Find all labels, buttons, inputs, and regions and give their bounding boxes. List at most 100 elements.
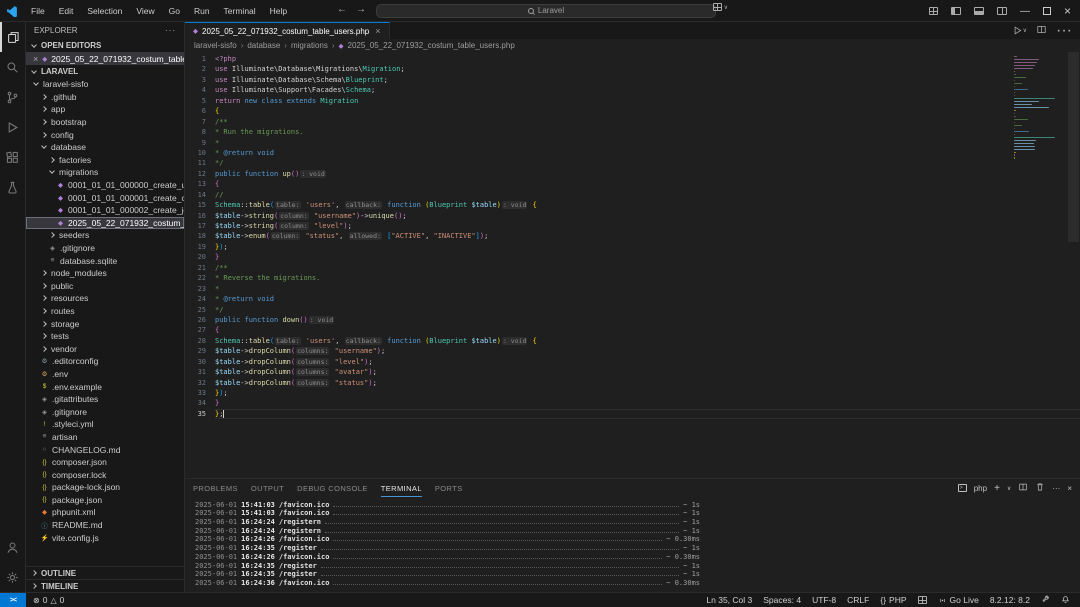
- explorer-icon[interactable]: [0, 22, 26, 52]
- customize-layout-icon[interactable]: [929, 7, 938, 15]
- minimap[interactable]: [1014, 56, 1064, 160]
- source-control-icon[interactable]: [0, 82, 26, 112]
- scrollbar-slider[interactable]: [1068, 52, 1079, 242]
- code-line[interactable]: $table->dropColumn(columns: "username");: [215, 346, 1080, 356]
- php-version-status[interactable]: 8.2.12: 8.2: [990, 595, 1030, 605]
- tree-item[interactable]: app: [26, 103, 184, 116]
- extensions-icon[interactable]: [0, 142, 26, 172]
- terminal-output[interactable]: 2025-06-0115:41:03/favicon.ico~ 1s2025-0…: [185, 497, 1080, 592]
- code-line[interactable]: $table->dropColumn(columns: "avatar");: [215, 367, 1080, 377]
- tree-item[interactable]: ◈.gitattributes: [26, 393, 184, 406]
- code-line[interactable]: $table->enum(column: "status", allowed: …: [215, 231, 1080, 241]
- menu-file[interactable]: File: [24, 6, 52, 16]
- code-line[interactable]: <?php: [215, 54, 1080, 64]
- tree-item[interactable]: !.styleci.yml: [26, 418, 184, 431]
- code-line[interactable]: };: [215, 409, 1080, 419]
- menu-terminal[interactable]: Terminal: [217, 6, 263, 16]
- menu-view[interactable]: View: [129, 6, 161, 16]
- tree-item[interactable]: {}package.json: [26, 494, 184, 507]
- tree-item[interactable]: ⓘREADME.md: [26, 519, 184, 532]
- open-editor-item[interactable]: × ◆ 2025_05_22_071932_costum_table...: [26, 52, 184, 65]
- toggle-secondary-sidebar-icon[interactable]: [997, 7, 1007, 15]
- code-editor[interactable]: 1234567891011121314151617181920212223242…: [185, 52, 1080, 478]
- code-line[interactable]: $table->dropColumn(columns: "level");: [215, 357, 1080, 367]
- breadcrumb-item[interactable]: 2025_05_22_071932_costum_table_users.php: [348, 41, 515, 50]
- code-line[interactable]: $table->string(column: "username")->uniq…: [215, 211, 1080, 221]
- panel-tab-debug-console[interactable]: DEBUG CONSOLE: [297, 479, 368, 497]
- tree-item[interactable]: ◆2025_05_22_071932_costum_table_...: [26, 217, 184, 230]
- code-line[interactable]: });: [215, 388, 1080, 398]
- code-line[interactable]: public function up(): void: [215, 169, 1080, 179]
- tree-item[interactable]: config: [26, 128, 184, 141]
- menu-run[interactable]: Run: [187, 6, 217, 16]
- more-actions-icon[interactable]: ···: [1056, 22, 1072, 40]
- tree-item[interactable]: ◈.gitignore: [26, 405, 184, 418]
- code-line[interactable]: Schema::table(table: 'users', callback: …: [215, 200, 1080, 210]
- tree-item[interactable]: tests: [26, 330, 184, 343]
- editor-scrollbar[interactable]: [1067, 52, 1080, 478]
- command-center[interactable]: Laravel: [376, 4, 716, 18]
- php-tools-icon[interactable]: [918, 596, 927, 604]
- encoding-status[interactable]: UTF-8: [812, 595, 836, 605]
- code-line[interactable]: public function down(): void: [215, 315, 1080, 325]
- menu-help[interactable]: Help: [263, 6, 294, 16]
- tree-item[interactable]: ⚙.env: [26, 368, 184, 381]
- tree-item[interactable]: routes: [26, 305, 184, 318]
- tree-item[interactable]: migrations: [26, 166, 184, 179]
- code-line[interactable]: Schema::table(table: 'users', callback: …: [215, 336, 1080, 346]
- code-line[interactable]: /**: [215, 263, 1080, 273]
- run-php-button[interactable]: ∨: [1012, 25, 1027, 36]
- tree-item[interactable]: ⚙.editorconfig: [26, 355, 184, 368]
- code-line[interactable]: return new class extends Migration: [215, 96, 1080, 106]
- tree-item[interactable]: ◆0001_01_01_000000_create_users_ta...: [26, 179, 184, 192]
- open-editors-header[interactable]: OPEN EDITORS: [26, 39, 184, 52]
- code-line[interactable]: *: [215, 138, 1080, 148]
- indentation-status[interactable]: Spaces: 4: [763, 595, 801, 605]
- maximize-button[interactable]: [1043, 7, 1051, 15]
- code-area[interactable]: <?phpuse Illuminate\Database\Migrations\…: [215, 54, 1080, 478]
- close-icon[interactable]: ×: [33, 54, 38, 64]
- tree-item[interactable]: $.env.example: [26, 380, 184, 393]
- tree-item[interactable]: ≡database.sqlite: [26, 254, 184, 267]
- tree-item[interactable]: ◆phpunit.xml: [26, 506, 184, 519]
- code-line[interactable]: {: [215, 179, 1080, 189]
- breadcrumb-item[interactable]: laravel-sisfo: [194, 41, 237, 50]
- code-line[interactable]: use Illuminate\Support\Facades\Schema;: [215, 85, 1080, 95]
- remote-indicator[interactable]: ><: [0, 593, 26, 607]
- go-live-button[interactable]: Go Live: [938, 595, 979, 605]
- tree-item[interactable]: ≡artisan: [26, 431, 184, 444]
- testing-icon[interactable]: [0, 172, 26, 202]
- code-line[interactable]: });: [215, 242, 1080, 252]
- tree-item[interactable]: ◈.gitignore: [26, 242, 184, 255]
- terminal-dropdown-icon[interactable]: ∨: [1007, 485, 1011, 492]
- toggle-sidebar-icon[interactable]: [951, 7, 961, 15]
- timeline-section[interactable]: TIMELINE: [26, 579, 184, 592]
- tree-item[interactable]: laravel-sisfo: [26, 78, 184, 91]
- tree-item[interactable]: ◆0001_01_01_000002_create_jobs_ta...: [26, 204, 184, 217]
- tree-item[interactable]: ⚡vite.config.js: [26, 531, 184, 544]
- menu-go[interactable]: Go: [162, 6, 187, 16]
- code-line[interactable]: */: [215, 158, 1080, 168]
- tree-item[interactable]: bootstrap: [26, 116, 184, 129]
- close-panel-icon[interactable]: ×: [1067, 484, 1072, 493]
- code-line[interactable]: use Illuminate\Database\Schema\Blueprint…: [215, 75, 1080, 85]
- tree-item[interactable]: database: [26, 141, 184, 154]
- tree-item[interactable]: {}composer.lock: [26, 468, 184, 481]
- tree-item[interactable]: ◆0001_01_01_000001_create_cache_t...: [26, 191, 184, 204]
- code-line[interactable]: *: [215, 284, 1080, 294]
- cursor-position-status[interactable]: Ln 35, Col 3: [706, 595, 752, 605]
- panel-tab-terminal[interactable]: TERMINAL: [381, 479, 422, 497]
- workspace-header[interactable]: LARAVEL: [26, 65, 184, 78]
- run-debug-icon[interactable]: [0, 112, 26, 142]
- new-terminal-button[interactable]: +: [994, 483, 1000, 494]
- tree-item[interactable]: resources: [26, 292, 184, 305]
- menu-edit[interactable]: Edit: [52, 6, 81, 16]
- panel-tab-output[interactable]: OUTPUT: [251, 479, 284, 497]
- tree-item[interactable]: seeders: [26, 229, 184, 242]
- kill-terminal-button[interactable]: [1035, 482, 1045, 494]
- problems-status[interactable]: ⊗ 0 △ 0: [33, 595, 64, 605]
- code-line[interactable]: {: [215, 325, 1080, 335]
- breadcrumb-item[interactable]: migrations: [291, 41, 328, 50]
- code-line[interactable]: }: [215, 398, 1080, 408]
- outline-section[interactable]: OUTLINE: [26, 566, 184, 579]
